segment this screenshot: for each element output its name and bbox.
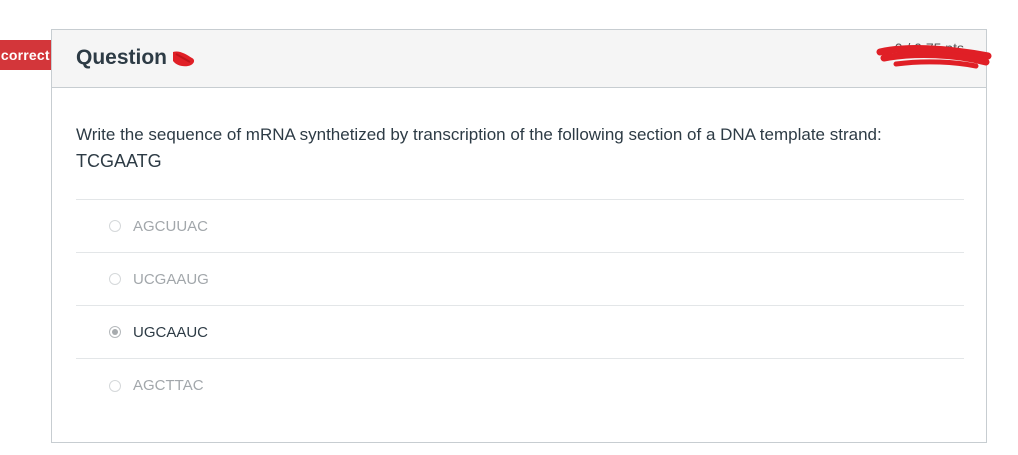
- answer-label: AGCTTAC: [133, 377, 204, 394]
- answer-option-selected[interactable]: UGCAAUC: [76, 306, 964, 359]
- question-card: Question 0 / 0.75 pts Write the sequence…: [51, 29, 992, 443]
- question-body: Write the sequence of mRNA synthetized b…: [52, 121, 986, 412]
- redaction-scribble-title: [173, 51, 195, 67]
- answer-label: UCGAAUG: [133, 270, 209, 288]
- question-prompt: Write the sequence of mRNA synthetized b…: [76, 125, 882, 144]
- dna-sequence: TCGAATG: [76, 151, 162, 171]
- answer-option[interactable]: UCGAAUG: [76, 253, 964, 306]
- question-text: Write the sequence of mRNA synthetized b…: [76, 121, 964, 175]
- quiz-page: Incorrect Question 0 / 0.75 pts Write th…: [0, 0, 1018, 455]
- answer-label: AGCUUAC: [133, 217, 209, 235]
- radio-button[interactable]: [109, 273, 121, 285]
- answer-option[interactable]: AGCTTAC: [76, 359, 964, 412]
- question-title: Question: [76, 46, 168, 69]
- question-header: Question 0 / 0.75 pts: [52, 30, 992, 88]
- answer-list: AGCUUAC UCGAAUG UGCAAUC AGCTTAC: [76, 199, 964, 412]
- answer-label: UGCAAUC: [133, 323, 209, 341]
- redaction-scribble-points: [876, 45, 992, 69]
- radio-button[interactable]: [109, 379, 121, 392]
- answer-option[interactable]: AGCUUAC: [76, 200, 964, 253]
- radio-button-selected[interactable]: [109, 326, 121, 338]
- radio-button[interactable]: [109, 220, 121, 232]
